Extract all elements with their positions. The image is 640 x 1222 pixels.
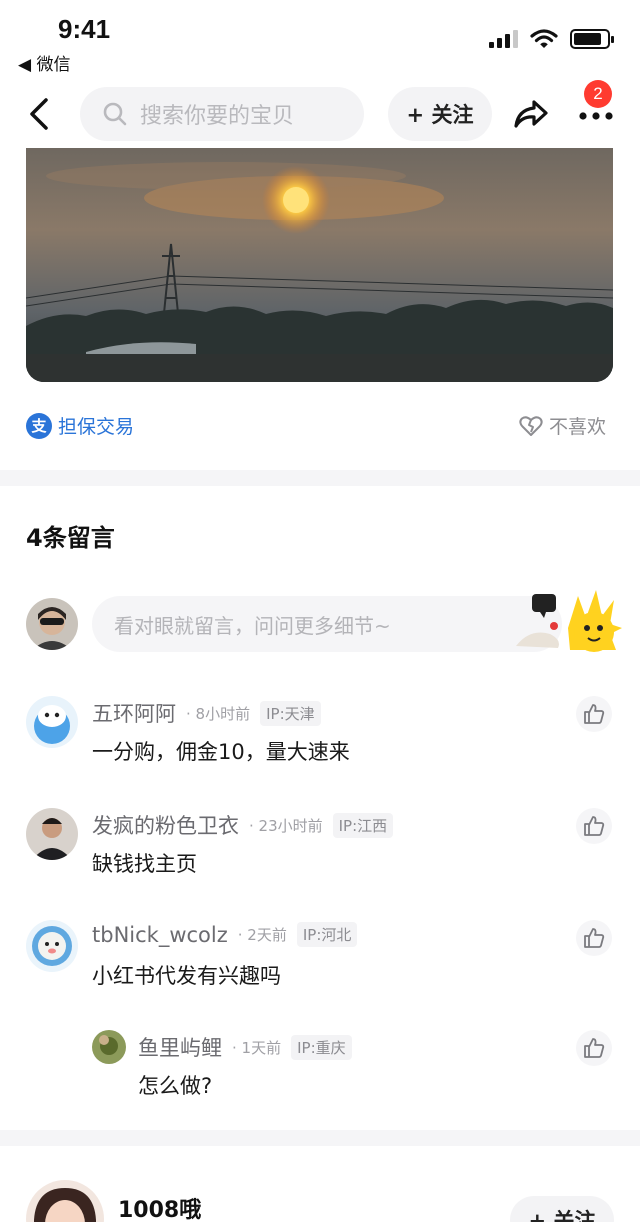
alipay-icon: 支: [26, 412, 52, 439]
search-icon: [103, 102, 127, 126]
commenter-name[interactable]: 五环阿阿: [92, 698, 176, 728]
thumbs-up-icon: [584, 704, 605, 724]
comment-input-row: 看对眼就留言，问问更多细节~: [26, 590, 626, 654]
section-divider: [0, 1130, 640, 1146]
back-to-wechat-link[interactable]: ◀ 微信: [18, 50, 70, 75]
reply-text[interactable]: 怎么做?: [138, 1070, 212, 1100]
comment-item: 发疯的粉色卫衣 · 23小时前 IP:江西 缺钱找主页: [26, 808, 616, 888]
seller-name[interactable]: 1008哦: [118, 1192, 201, 1222]
comment-header: 发疯的粉色卫衣 · 23小时前 IP:江西: [92, 810, 394, 840]
sticker-icon[interactable]: [510, 588, 624, 654]
replier-name[interactable]: 鱼里屿鲤: [138, 1032, 222, 1062]
status-time: 9:41: [58, 14, 111, 44]
comment-ip: IP:江西: [332, 812, 394, 838]
like-button[interactable]: [576, 1030, 612, 1066]
reply-header: 鱼里屿鲤 · 1天前 IP:重庆: [138, 1032, 352, 1062]
comment-text[interactable]: 缺钱找主页: [92, 848, 197, 878]
replier-avatar[interactable]: [92, 1030, 126, 1064]
follow-button[interactable]: + 关注: [388, 87, 492, 141]
comment-ip: IP:天津: [260, 700, 321, 726]
commenter-avatar[interactable]: [26, 920, 78, 972]
commenter-avatar[interactable]: [26, 696, 78, 748]
more-icon[interactable]: [576, 106, 616, 126]
thumbs-up-icon: [584, 816, 605, 836]
like-button[interactable]: [576, 808, 612, 844]
search-placeholder: 搜索你要的宝贝: [140, 104, 295, 129]
product-photo[interactable]: [26, 148, 613, 382]
like-button[interactable]: [576, 696, 612, 732]
comment-time: · 8小时前: [186, 704, 251, 723]
comment-time: · 23小时前: [249, 816, 323, 835]
my-avatar: [26, 598, 78, 650]
signal-icon: [489, 30, 518, 48]
dislike-button[interactable]: 不喜欢: [519, 412, 606, 439]
status-bar: 9:41 ◀ 微信: [0, 0, 640, 78]
comment-item: tbNick_wcolz · 2天前 IP:河北 小红书代发有兴趣吗: [26, 920, 616, 1000]
dislike-label: 不喜欢: [548, 416, 606, 438]
comment-ip: IP:河北: [296, 922, 358, 947]
comment-header: 五环阿阿 · 8小时前 IP:天津: [92, 698, 321, 728]
battery-level: [574, 33, 602, 45]
section-divider: [0, 470, 640, 486]
reply-time: · 1天前: [232, 1038, 282, 1057]
reply-ip: IP:重庆: [291, 1034, 352, 1060]
reply-item: 鱼里屿鲤 · 1天前 IP:重庆 怎么做?: [92, 1030, 616, 1110]
guaranteed-trade-label: 担保交易: [58, 416, 135, 438]
top-nav: 搜索你要的宝贝 + 关注 2: [0, 80, 640, 148]
guaranteed-trade[interactable]: 支 担保交易: [26, 412, 134, 439]
sunset-image: [26, 148, 613, 382]
commenter-avatar[interactable]: [26, 808, 78, 860]
seller-follow-button[interactable]: + 关注: [510, 1196, 614, 1222]
notification-badge: 2: [584, 80, 612, 108]
share-icon[interactable]: [510, 94, 552, 134]
wifi-icon: [530, 29, 558, 48]
comment-input[interactable]: 看对眼就留言，问问更多细节~: [92, 596, 562, 652]
trade-row: 支 担保交易 不喜欢: [26, 410, 606, 446]
commenter-name[interactable]: tbNick_wcolz: [92, 923, 228, 947]
comments-count-title: 4条留言: [26, 524, 115, 552]
thumbs-up-icon: [584, 1038, 605, 1058]
back-arrow-icon[interactable]: [22, 94, 62, 134]
comment-text[interactable]: 小红书代发有兴趣吗: [92, 960, 281, 990]
search-bar[interactable]: 搜索你要的宝贝: [80, 87, 364, 141]
seller-avatar[interactable]: [26, 1180, 104, 1222]
battery-icon: [570, 29, 614, 49]
commenter-name[interactable]: 发疯的粉色卫衣: [92, 810, 239, 840]
comment-header: tbNick_wcolz · 2天前 IP:河北: [92, 922, 358, 947]
comment-text[interactable]: 一分购，佣金10，量大速来: [92, 736, 350, 766]
status-icons: [489, 28, 614, 50]
comment-item: 五环阿阿 · 8小时前 IP:天津 一分购，佣金10，量大速来: [26, 696, 616, 776]
like-button[interactable]: [576, 920, 612, 956]
broken-heart-icon: [519, 415, 543, 436]
comment-time: · 2天前: [237, 926, 287, 944]
thumbs-up-icon: [584, 928, 605, 948]
